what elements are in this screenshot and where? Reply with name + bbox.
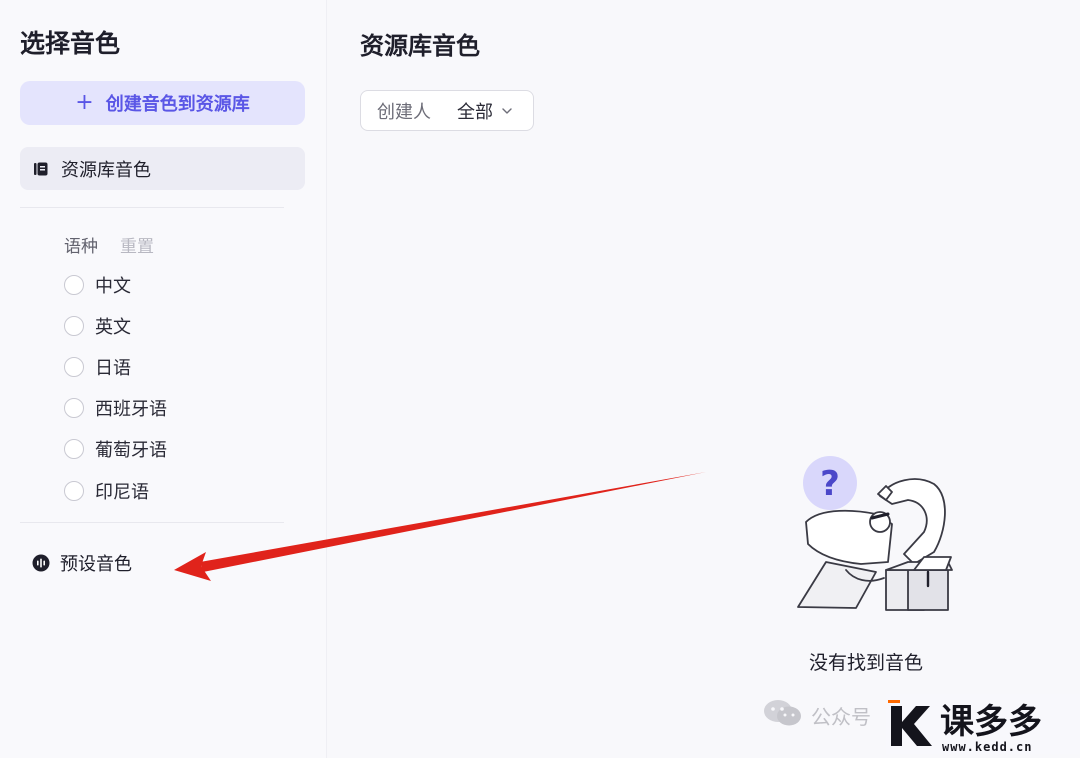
voice-icon <box>32 554 50 572</box>
language-filter-header: 语种 重置 <box>64 232 154 257</box>
page-title: 资源库音色 <box>360 32 480 60</box>
filter-reset-button[interactable]: 重置 <box>120 232 154 257</box>
language-option-portuguese[interactable]: 葡萄牙语 <box>64 429 167 470</box>
language-option-japanese[interactable]: 日语 <box>64 346 167 387</box>
language-list: 中文 英文 日语 西班牙语 葡萄牙语 印尼语 <box>64 264 167 511</box>
plus-icon: + <box>75 90 94 115</box>
radio-button[interactable] <box>64 439 84 460</box>
create-voice-button[interactable]: + 创建音色到资源库 <box>20 81 305 125</box>
library-icon <box>33 161 49 177</box>
divider <box>20 522 284 523</box>
language-option-indonesian[interactable]: 印尼语 <box>64 470 167 511</box>
language-filter-label: 语种 <box>64 237 98 257</box>
divider <box>20 207 284 208</box>
language-label: 印尼语 <box>95 481 149 503</box>
language-label: 中文 <box>95 275 131 297</box>
creator-filter-label: 创建人 <box>377 101 431 123</box>
language-label: 西班牙语 <box>95 399 167 421</box>
language-label: 日语 <box>95 357 131 379</box>
kedd-logo: 课多多 www.kedd.cn <box>886 694 1080 754</box>
creator-filter-dropdown[interactable]: 创建人 全部 <box>360 90 534 131</box>
language-option-spanish[interactable]: 西班牙语 <box>64 388 167 429</box>
creator-filter-value: 全部 <box>457 101 493 123</box>
radio-button[interactable] <box>64 315 84 336</box>
svg-text:?: ? <box>820 464 840 504</box>
chevron-down-icon <box>501 105 513 117</box>
sidebar-item-library-voices[interactable]: 资源库音色 <box>20 147 305 190</box>
question-icon: ? <box>803 456 857 510</box>
radio-button[interactable] <box>64 274 84 295</box>
wechat-watermark: 公众号 <box>763 698 871 733</box>
sidebar: 选择音色 + 创建音色到资源库 资源库音色 语种 重置 中文 英文 日语 西班牙… <box>0 0 327 758</box>
sidebar-item-label: 预设音色 <box>60 554 132 575</box>
empty-state-illustration: ? <box>797 456 953 611</box>
radio-button[interactable] <box>64 398 84 419</box>
language-option-english[interactable]: 英文 <box>64 305 167 346</box>
sidebar-title: 选择音色 <box>20 29 121 58</box>
create-voice-label: 创建音色到资源库 <box>105 94 250 115</box>
radio-button[interactable] <box>64 480 84 501</box>
logo-url-text: www.kedd.cn <box>942 740 1032 754</box>
wechat-icon <box>763 698 803 733</box>
logo-text: 课多多 <box>940 702 1042 742</box>
empty-state-message: 没有找到音色 <box>809 652 924 674</box>
wechat-watermark-text: 公众号 <box>811 705 871 729</box>
language-option-chinese[interactable]: 中文 <box>64 264 167 305</box>
sidebar-item-label: 资源库音色 <box>61 159 151 181</box>
language-label: 葡萄牙语 <box>95 440 167 462</box>
sidebar-item-preset-voices[interactable]: 预设音色 <box>32 550 132 576</box>
language-label: 英文 <box>95 316 131 338</box>
radio-button[interactable] <box>64 356 84 377</box>
